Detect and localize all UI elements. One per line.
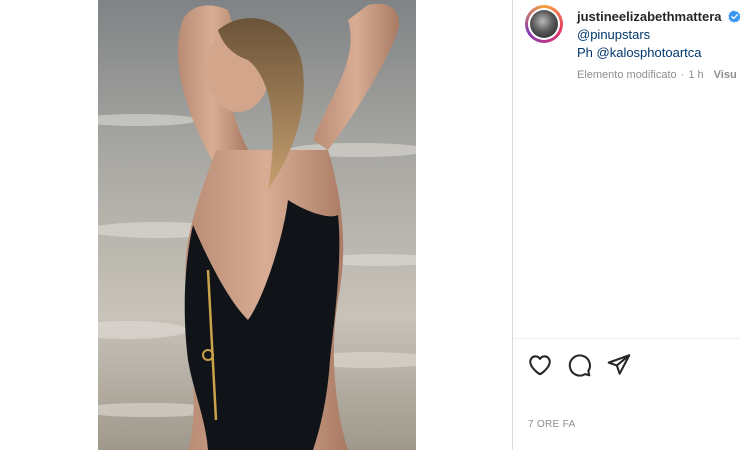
- caption-photographer-credit[interactable]: Ph @kalosphotoartca: [577, 45, 702, 60]
- post-timestamp[interactable]: 7 ORE FA: [528, 419, 575, 430]
- paper-plane-icon[interactable]: [606, 352, 632, 378]
- author-username[interactable]: justineelizabethmattera: [577, 9, 722, 24]
- avatar-image: [530, 10, 558, 38]
- post-side-panel: justineelizabethmattera @pinupstars Ph @…: [512, 0, 740, 450]
- avatar[interactable]: [525, 5, 563, 43]
- verified-badge-icon: [728, 10, 740, 23]
- avatar-border: [528, 8, 560, 40]
- photo-illustration: [98, 0, 416, 450]
- post-photo[interactable]: [98, 0, 416, 450]
- edited-label: Elemento modificato: [577, 69, 677, 81]
- edited-meta: Elemento modificato · 1 h Visu: [577, 69, 737, 81]
- edited-time: 1 h: [688, 69, 704, 81]
- comment-icon[interactable]: [566, 352, 592, 378]
- actions-divider: [513, 338, 740, 339]
- meta-separator: ·: [680, 69, 685, 81]
- caption-mention-pinupstars[interactable]: @pinupstars: [577, 27, 650, 42]
- heart-icon[interactable]: [527, 352, 553, 378]
- see-translation-link[interactable]: Visu: [714, 69, 737, 81]
- post-media-pane: [0, 0, 512, 450]
